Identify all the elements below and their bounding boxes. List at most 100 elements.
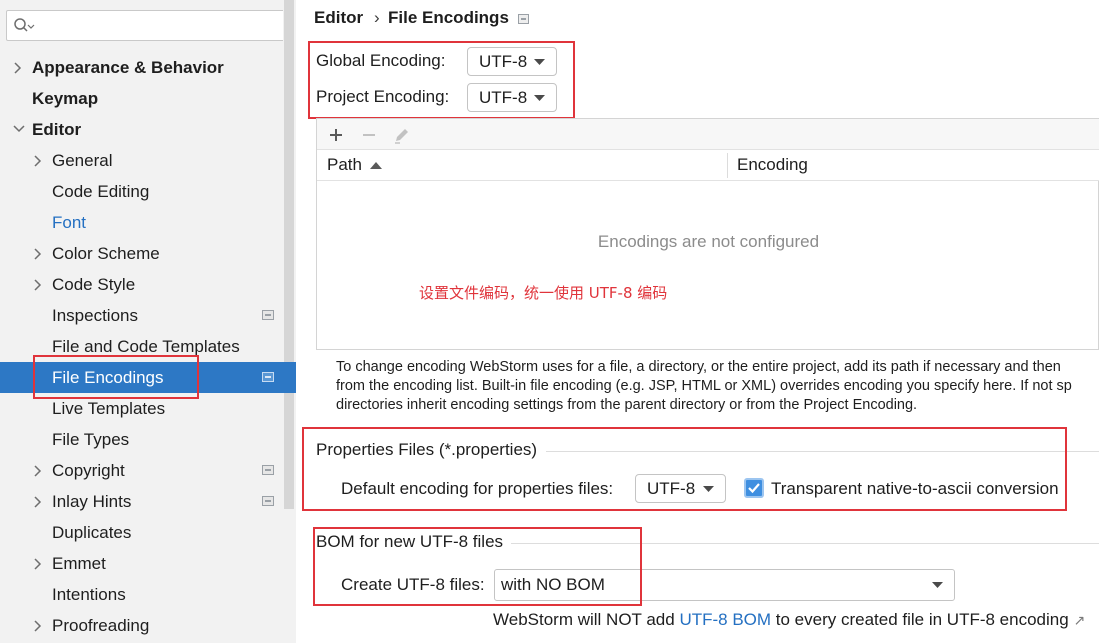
sidebar-item-file-and-code-templates[interactable]: File and Code Templates <box>0 331 296 362</box>
table-header: Path Encoding <box>317 150 1099 181</box>
checkmark-icon <box>748 483 760 494</box>
path-encoding-table: Path Encoding Encodings are not configur… <box>316 118 1099 350</box>
sidebar-item-label: File and Code Templates <box>52 337 240 356</box>
bom-note-prefix: WebStorm will NOT add <box>493 610 680 629</box>
project-level-icon <box>262 496 274 506</box>
sidebar-item-inlay-hints[interactable]: Inlay Hints <box>0 486 296 517</box>
bom-note: WebStorm will NOT add UTF-8 BOM to every… <box>493 610 1085 630</box>
sidebar-item-proofreading[interactable]: Proofreading <box>0 610 296 641</box>
project-encoding-label: Project Encoding: <box>316 87 450 106</box>
page-title: File Encodings <box>388 8 509 27</box>
sidebar-item-label: Code Style <box>52 275 136 294</box>
column-header-path[interactable]: Path <box>327 155 362 175</box>
global-encoding-label: Global Encoding: <box>316 51 446 70</box>
column-header-encoding[interactable]: Encoding <box>737 155 808 175</box>
edit-icon[interactable] <box>392 125 412 145</box>
sidebar-item-copyright[interactable]: Copyright <box>0 455 296 486</box>
sidebar-item-intentions[interactable]: Intentions <box>0 579 296 610</box>
project-encoding-dropdown[interactable]: UTF-8 <box>467 83 557 112</box>
sidebar-item-label: Font <box>52 213 87 232</box>
sidebar-item-label: Color Scheme <box>52 244 160 263</box>
project-level-icon <box>262 372 274 382</box>
search-field[interactable] <box>6 10 285 41</box>
sidebar-item-label: Keymap <box>32 89 99 108</box>
remove-icon[interactable] <box>359 125 379 145</box>
sidebar-item-label: Proofreading <box>52 616 150 635</box>
help-text-line: directories inherit encoding settings fr… <box>336 397 918 413</box>
chevron-down-icon[interactable] <box>12 114 26 145</box>
sidebar-item-label: Duplicates <box>52 523 132 542</box>
sidebar-item-label: Inspections <box>52 306 138 325</box>
breadcrumb-separator: › <box>374 8 380 27</box>
chevron-right-icon[interactable] <box>32 269 46 300</box>
dropdown-arrow-icon <box>534 59 545 65</box>
chevron-right-icon[interactable] <box>32 145 46 176</box>
project-level-icon <box>262 310 274 320</box>
properties-encoding-dropdown[interactable]: UTF-8 <box>635 474 726 503</box>
table-empty-text: Encodings are not configured <box>597 232 820 251</box>
sidebar-item-inspections[interactable]: Inspections <box>0 300 296 331</box>
sort-ascending-icon <box>370 162 382 169</box>
chevron-right-icon[interactable] <box>32 548 46 579</box>
chevron-right-icon[interactable] <box>32 610 46 641</box>
dropdown-arrow-icon <box>932 582 943 588</box>
dropdown-arrow-icon <box>534 95 545 101</box>
transparent-conversion-checkbox[interactable] <box>744 478 764 498</box>
create-utf8-files-value: with NO BOM <box>501 575 605 594</box>
project-level-icon <box>262 465 274 475</box>
table-toolbar <box>317 119 1099 150</box>
global-encoding-dropdown[interactable]: UTF-8 <box>467 47 557 76</box>
breadcrumb-parent[interactable]: Editor <box>314 8 363 28</box>
settings-main-panel: Editor › File Encodings Global Encoding:… <box>296 0 1099 643</box>
chevron-right-icon[interactable] <box>32 486 46 517</box>
properties-default-encoding-label: Default encoding for properties files: <box>341 479 614 498</box>
chevron-right-icon[interactable] <box>12 52 26 83</box>
properties-encoding-value: UTF-8 <box>647 479 696 498</box>
sidebar-item-label: Copyright <box>52 461 125 480</box>
transparent-conversion-label[interactable]: Transparent native-to-ascii conversion <box>771 479 1059 499</box>
section-divider <box>546 451 1099 452</box>
dropdown-arrow-icon <box>703 486 714 492</box>
sidebar-item-label: Intentions <box>52 585 126 604</box>
project-encoding-value: UTF-8 <box>479 88 528 107</box>
create-utf8-files-dropdown[interactable]: with NO BOM <box>494 569 955 601</box>
global-encoding-value: UTF-8 <box>479 52 528 71</box>
add-icon[interactable] <box>326 125 346 145</box>
utf8-bom-link[interactable]: UTF-8 BOM <box>679 610 771 629</box>
chevron-right-icon[interactable] <box>32 238 46 269</box>
sidebar-item-file-encodings[interactable]: File Encodings <box>0 362 296 393</box>
external-link-icon: ↗ <box>1073 612 1086 628</box>
column-divider[interactable] <box>727 153 728 178</box>
section-title-bom: BOM for new UTF-8 files <box>316 532 504 551</box>
chevron-right-icon[interactable] <box>32 455 46 486</box>
sidebar-item-label: Editor <box>32 120 82 139</box>
sidebar-item-duplicates[interactable]: Duplicates <box>0 517 296 548</box>
search-input[interactable] <box>39 14 279 37</box>
settings-sidebar: Appearance & Behavior Keymap Editor Gene… <box>0 0 296 643</box>
sidebar-item-editor[interactable]: Editor <box>0 114 296 145</box>
sidebar-item-label: File Encodings <box>52 368 164 387</box>
annotation-text: 设置文件编码，统一使用 UTF-8 编码 <box>419 284 668 302</box>
sidebar-item-file-types[interactable]: File Types <box>0 424 296 455</box>
sidebar-item-emmet[interactable]: Emmet <box>0 548 296 579</box>
sidebar-item-font[interactable]: Font <box>0 207 296 238</box>
help-text-line: from the encoding list. Built-in file en… <box>336 378 1072 394</box>
sidebar-item-color-scheme[interactable]: Color Scheme <box>0 238 296 269</box>
sidebar-item-label: Live Templates <box>52 399 166 418</box>
sidebar-item-live-templates[interactable]: Live Templates <box>0 393 296 424</box>
sidebar-item-label: Appearance & Behavior <box>32 58 224 77</box>
project-level-icon <box>518 14 529 24</box>
search-icon <box>14 18 35 32</box>
sidebar-item-keymap[interactable]: Keymap <box>0 83 296 114</box>
sidebar-item-general[interactable]: General <box>0 145 296 176</box>
section-title-properties: Properties Files (*.properties) <box>316 440 538 459</box>
sidebar-item-label: General <box>52 151 113 170</box>
help-text-line: To change encoding WebStorm uses for a f… <box>336 359 1061 375</box>
sidebar-item-label: Emmet <box>52 554 106 573</box>
sidebar-item-appearance-behavior[interactable]: Appearance & Behavior <box>0 52 296 83</box>
sidebar-item-code-editing[interactable]: Code Editing <box>0 176 296 207</box>
sidebar-item-label: Code Editing <box>52 182 150 201</box>
sidebar-item-code-style[interactable]: Code Style <box>0 269 296 300</box>
sidebar-item-label: Inlay Hints <box>52 492 132 511</box>
sidebar-item-label: File Types <box>52 430 130 449</box>
